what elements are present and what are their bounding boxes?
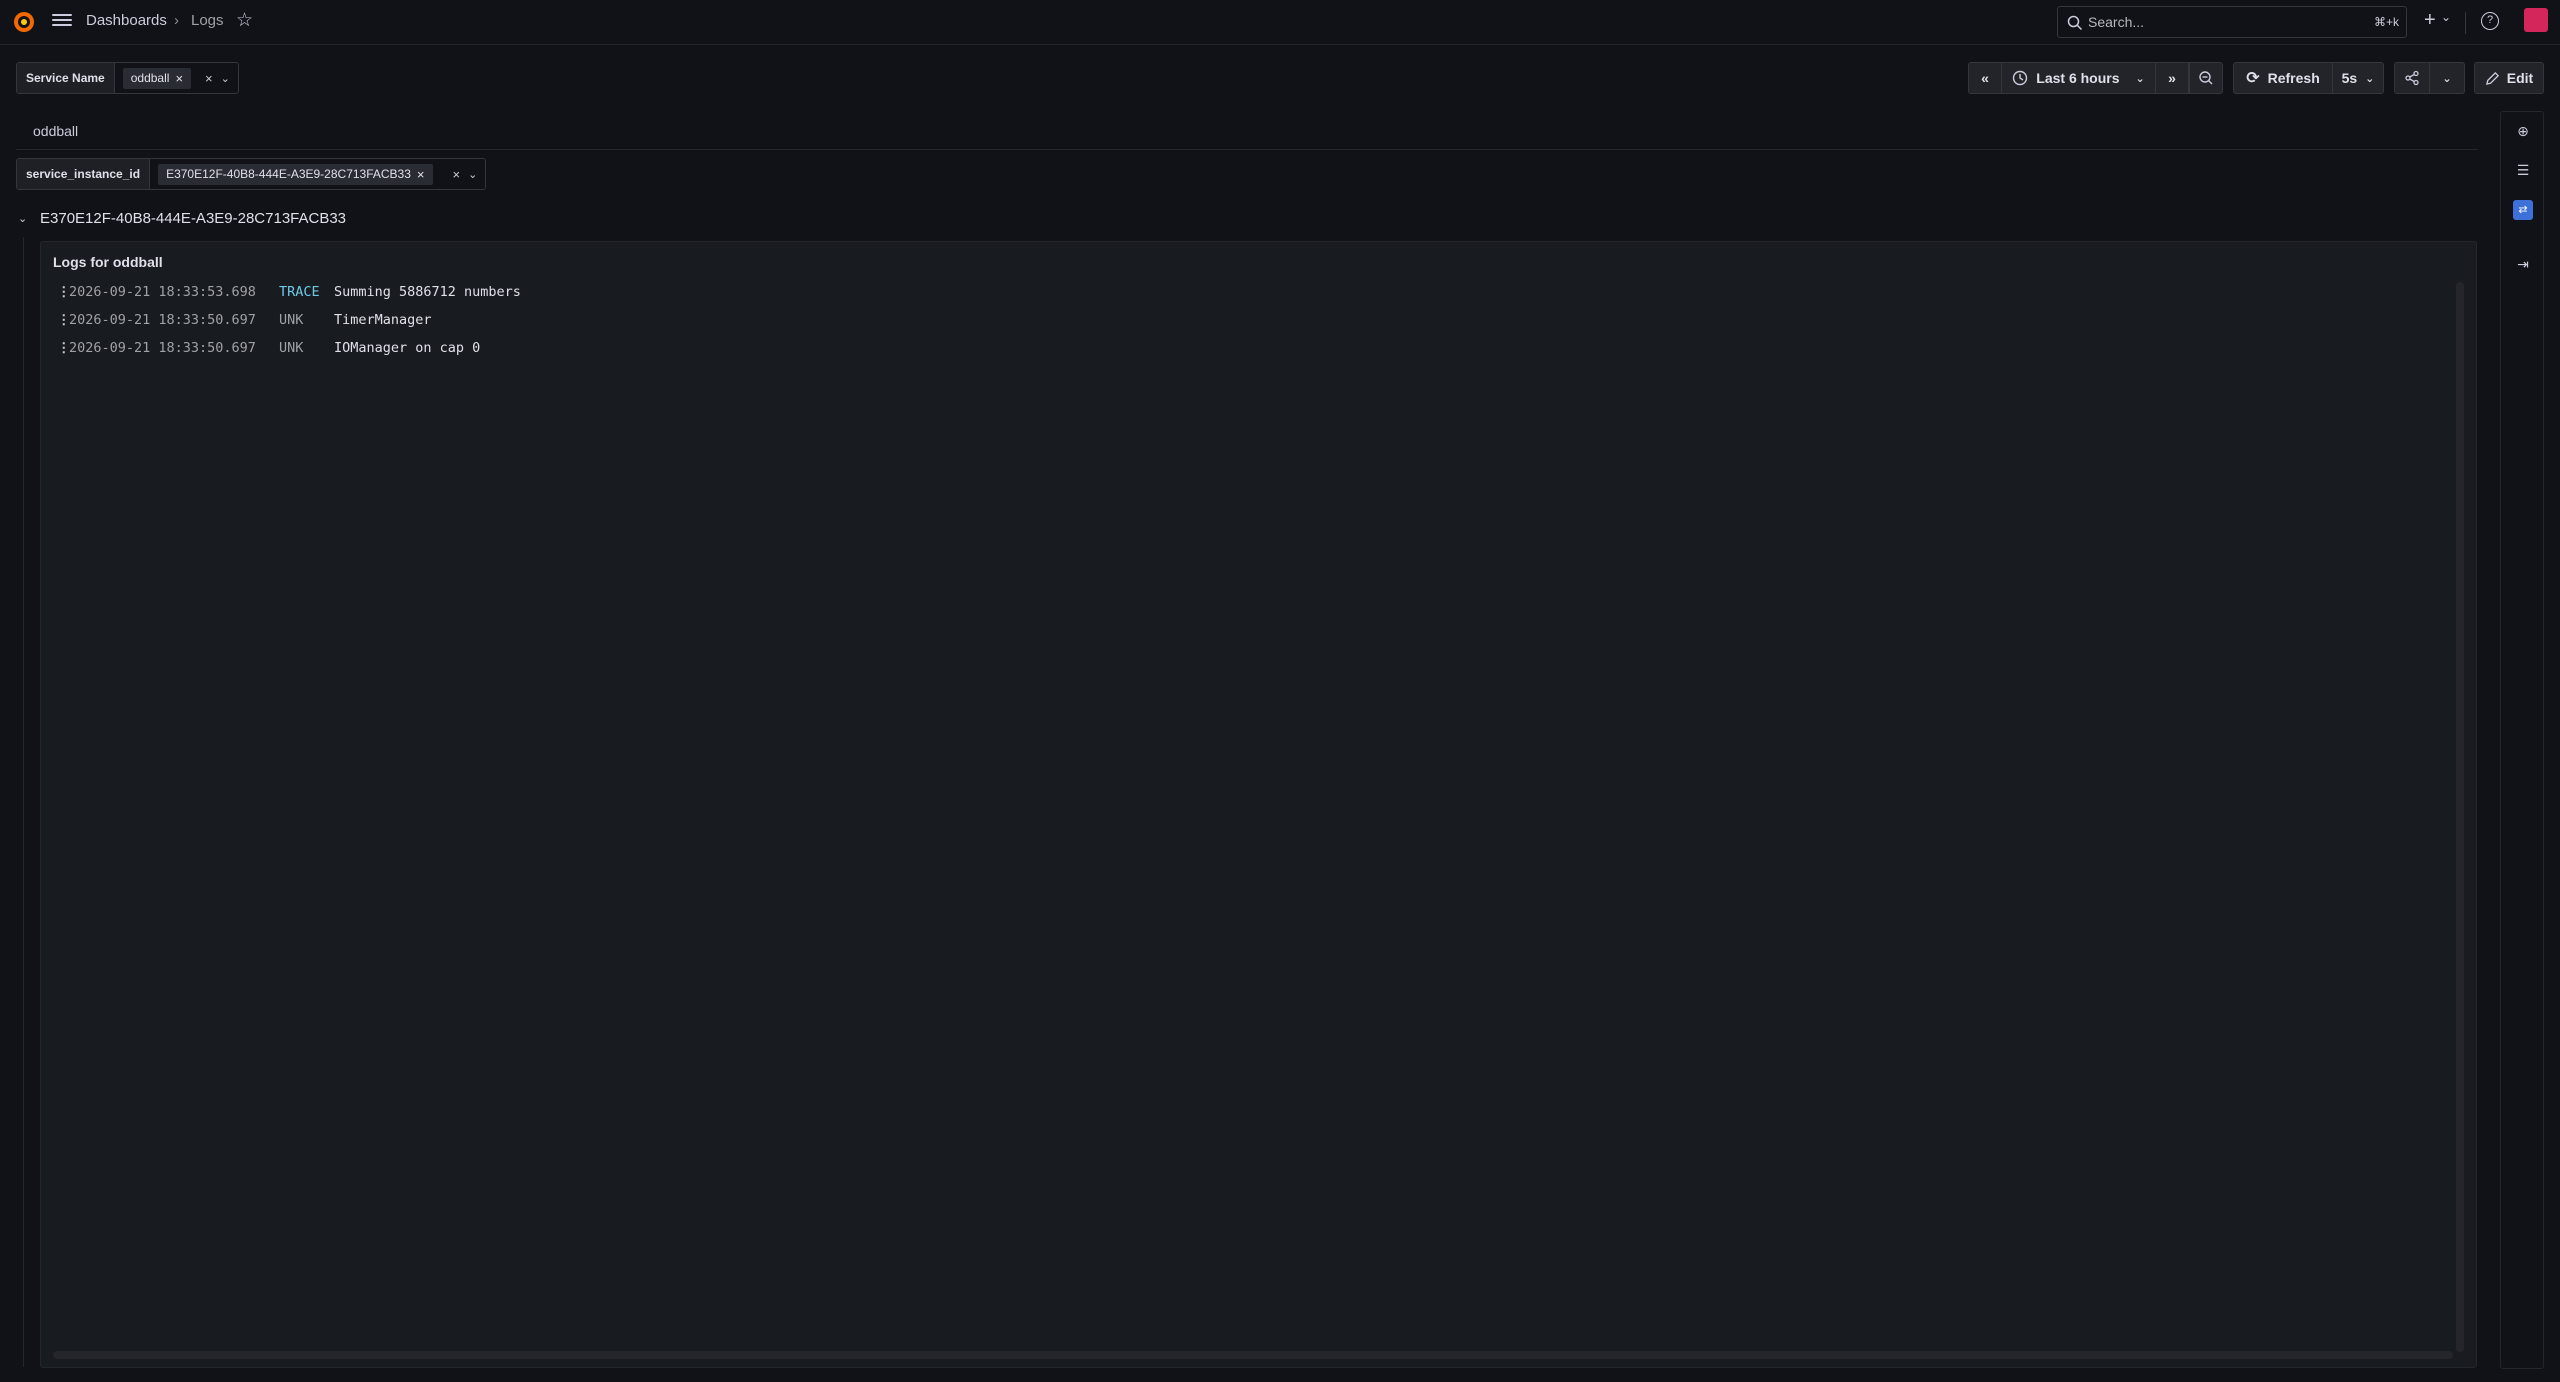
search-placeholder: Search... xyxy=(2088,14,2145,30)
variable-label: Service Name xyxy=(17,63,115,93)
chip-label: oddball xyxy=(130,71,170,85)
chevron-down-icon[interactable]: ⌄ xyxy=(221,72,230,85)
panel-title[interactable]: Logs for oddball xyxy=(53,254,163,270)
log-row[interactable]: ⋮ 2026-09-21 18:33:50.697 UNK IOManager … xyxy=(57,338,480,358)
variable-select[interactable]: oddball × × ⌄ xyxy=(114,63,238,93)
edit-button[interactable]: Edit xyxy=(2474,62,2544,94)
collapse-chevron-icon[interactable]: ⌄ xyxy=(18,212,27,225)
log-level: UNK xyxy=(279,340,304,356)
log-menu-icon[interactable]: ⋮ xyxy=(57,312,71,328)
log-row[interactable]: ⋮ 2026-09-21 18:33:53.698 TRACE Summing … xyxy=(57,282,521,302)
search-icon xyxy=(2067,15,2083,31)
add-panel-icon[interactable]: ⊕ xyxy=(2513,121,2533,141)
edit-sidebar: ⊕ ☰ ⇄ ⇥ xyxy=(2500,111,2544,1369)
zoom-out-icon xyxy=(2199,71,2213,85)
breadcrumb-logs: Logs xyxy=(191,12,224,29)
group-title[interactable]: E370E12F-40B8-444E-A3E9-28C713FACB33 xyxy=(40,210,346,227)
variable-service-instance-id: service_instance_id E370E12F-40B8-444E-A… xyxy=(16,158,487,190)
help-icon[interactable]: ? xyxy=(2481,12,2499,30)
refresh-interval-label: 5s xyxy=(2341,70,2358,86)
top-bar: Dashboards › Logs ☆ Search... ⌘+k + ⌄ ? xyxy=(0,0,2560,45)
variable-label: service_instance_id xyxy=(17,159,151,189)
log-message: Summing 5886712 numbers xyxy=(334,284,521,300)
clear-icon[interactable]: × xyxy=(453,167,461,182)
refresh-interval-picker[interactable]: 5s ⌄ xyxy=(2332,62,2384,94)
logs-panel: Logs for oddball ⋮ 2026-09-21 18:33:53.6… xyxy=(40,241,2477,1368)
dock-icon[interactable]: ⇥ xyxy=(2513,254,2533,274)
log-timestamp: 2026-09-21 18:33:53.698 xyxy=(69,284,256,300)
chevron-down-icon: ⌄ xyxy=(2442,72,2452,85)
breadcrumb-dashboards[interactable]: Dashboards xyxy=(86,12,167,29)
value-chip[interactable]: oddball × xyxy=(122,67,192,89)
log-timestamp: 2026-09-21 18:33:50.697 xyxy=(69,312,256,328)
chevron-down-icon[interactable]: ⌄ xyxy=(2441,10,2451,24)
log-timestamp: 2026-09-21 18:33:50.697 xyxy=(69,340,256,356)
time-back-button[interactable]: « xyxy=(1968,62,2002,94)
chevron-down-icon: ⌄ xyxy=(2135,72,2145,85)
log-menu-icon[interactable]: ⋮ xyxy=(57,284,71,300)
refresh-icon: ⟳ xyxy=(2246,70,2260,87)
clear-icon[interactable]: × xyxy=(205,71,213,86)
refresh-label: Refresh xyxy=(2267,70,2320,86)
star-icon[interactable]: ☆ xyxy=(236,11,256,31)
search-shortcut: ⌘+k xyxy=(2373,15,2399,29)
remove-icon[interactable]: × xyxy=(175,71,183,86)
divider xyxy=(16,149,2478,150)
value-chip[interactable]: E370E12F-40B8-444E-A3E9-28C713FACB33 × xyxy=(158,163,433,185)
clock-icon xyxy=(2013,70,2028,86)
time-range-label: Last 6 hours xyxy=(2036,70,2120,86)
share-options-button[interactable]: ⌄ xyxy=(2429,62,2465,94)
breadcrumb-separator: › xyxy=(174,12,179,29)
vertical-scrollbar[interactable] xyxy=(2456,282,2464,1352)
edit-pane-icon[interactable]: ⇄ xyxy=(2513,200,2533,220)
edit-label: Edit xyxy=(2506,70,2534,86)
horizontal-scrollbar[interactable] xyxy=(53,1351,2453,1359)
time-forward-button[interactable]: » xyxy=(2155,62,2189,94)
grafana-logo-icon[interactable] xyxy=(12,10,36,34)
log-level: TRACE xyxy=(279,284,320,300)
log-menu-icon[interactable]: ⋮ xyxy=(57,340,71,356)
divider xyxy=(2465,12,2466,34)
share-icon xyxy=(2405,70,2419,86)
pencil-icon xyxy=(2485,71,2499,85)
refresh-button[interactable]: ⟳ Refresh xyxy=(2233,62,2333,94)
row-title: oddball xyxy=(33,123,79,139)
log-level: UNK xyxy=(279,312,304,328)
log-message: IOManager on cap 0 xyxy=(334,340,481,356)
variable-select[interactable]: E370E12F-40B8-444E-A3E9-28C713FACB33 × × … xyxy=(150,159,486,189)
group-guide-line xyxy=(23,237,24,1367)
chevron-down-icon: ⌄ xyxy=(2365,72,2375,85)
hamburger-menu-icon[interactable] xyxy=(50,11,74,33)
remove-icon[interactable]: × xyxy=(417,167,425,182)
variable-service-name: Service Name oddball × × ⌄ xyxy=(16,62,239,94)
avatar-icon[interactable] xyxy=(2524,8,2548,32)
zoom-out-button[interactable] xyxy=(2189,62,2223,94)
search-input[interactable]: Search... ⌘+k xyxy=(2057,6,2407,38)
outline-icon[interactable]: ☰ xyxy=(2513,160,2533,180)
chevron-down-icon[interactable]: ⌄ xyxy=(468,168,477,181)
plus-icon[interactable]: + xyxy=(2424,9,2436,32)
chip-label: E370E12F-40B8-444E-A3E9-28C713FACB33 xyxy=(166,167,411,181)
time-picker[interactable]: Last 6 hours ⌄ xyxy=(2001,62,2156,94)
log-row[interactable]: ⋮ 2026-09-21 18:33:50.697 UNK TimerManag… xyxy=(57,310,432,330)
share-button[interactable] xyxy=(2394,62,2430,94)
log-message: TimerManager xyxy=(334,312,432,328)
